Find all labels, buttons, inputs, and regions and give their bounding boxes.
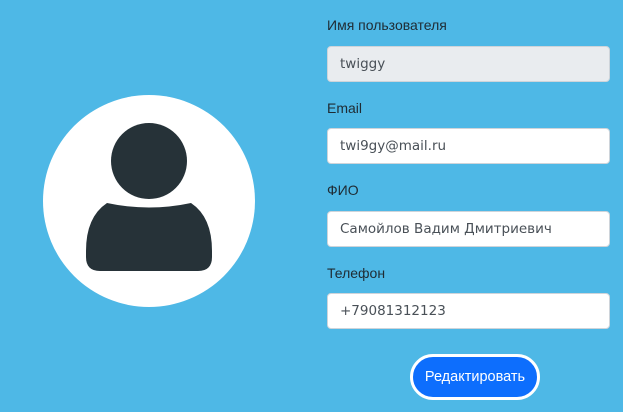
profile-panel: Имя пользователя Email ФИО Телефон Редак…	[0, 0, 623, 412]
phone-field[interactable]	[327, 293, 610, 329]
username-field[interactable]	[327, 46, 610, 82]
username-label: Имя пользователя	[327, 17, 447, 33]
full-name-label: ФИО	[327, 182, 359, 198]
user-silhouette-icon	[86, 123, 212, 271]
email-field[interactable]	[327, 128, 610, 164]
full-name-field[interactable]	[327, 211, 610, 247]
avatar	[43, 95, 255, 307]
phone-label: Телефон	[327, 265, 386, 281]
edit-button[interactable]: Редактировать	[410, 354, 540, 400]
email-label: Email	[327, 100, 363, 116]
